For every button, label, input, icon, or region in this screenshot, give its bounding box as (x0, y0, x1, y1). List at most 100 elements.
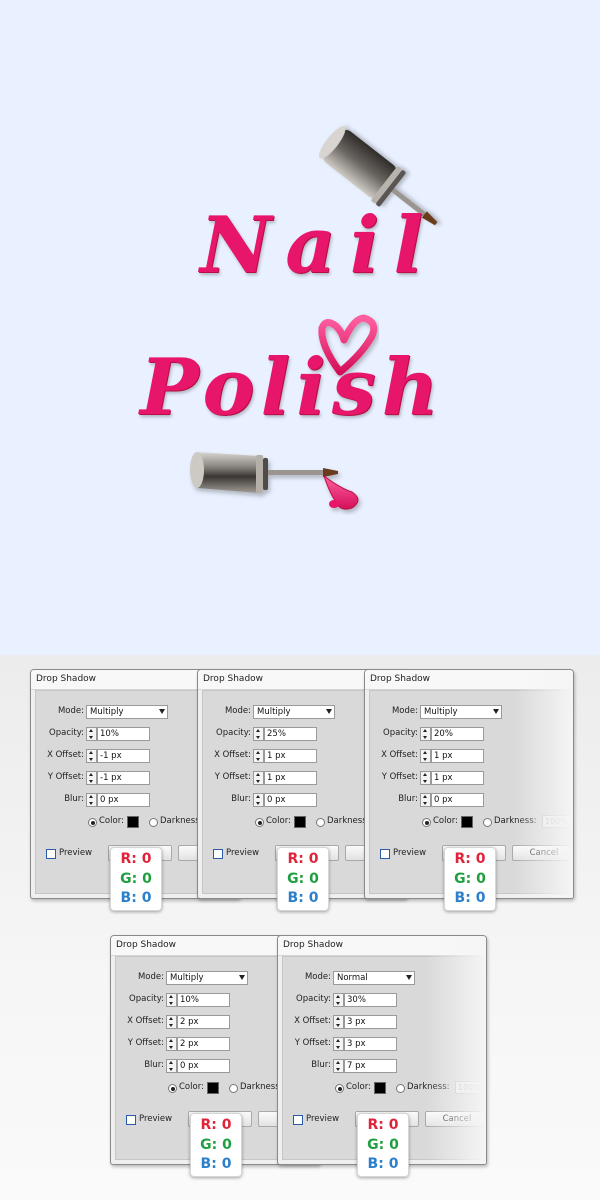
x-offset-input[interactable]: 2 px (177, 1015, 230, 1029)
x-offset-stepper[interactable] (420, 749, 431, 763)
opacity-input[interactable]: 10% (97, 727, 150, 741)
rgb-blue-value: B: 0 (200, 1156, 232, 1172)
blur-input[interactable]: 0 px (97, 793, 150, 807)
darkness-radio[interactable] (149, 818, 158, 827)
darkness-radio[interactable] (229, 1084, 238, 1093)
preview-checkbox[interactable] (380, 849, 390, 859)
rgb-blue-value: B: 0 (287, 890, 319, 906)
blur-label: Blur: (311, 1060, 331, 1070)
preview-checkbox[interactable] (46, 849, 56, 859)
chevron-down-icon (493, 709, 499, 714)
rgb-red-value: R: 0 (454, 851, 486, 867)
preview-checkbox[interactable] (126, 1115, 136, 1125)
y-offset-stepper[interactable] (333, 1037, 344, 1051)
opacity-stepper[interactable] (253, 727, 264, 741)
blur-stepper[interactable] (420, 793, 431, 807)
color-radio[interactable] (168, 1084, 177, 1093)
shadow-color-swatch[interactable] (127, 816, 139, 828)
y-offset-label: Y Offset: (127, 1038, 164, 1048)
opacity-input[interactable]: 25% (264, 727, 317, 741)
opacity-stepper[interactable] (86, 727, 97, 741)
x-offset-input[interactable]: 3 px (344, 1015, 397, 1029)
mode-select[interactable]: Multiply (253, 705, 335, 719)
blur-label: Blur: (64, 794, 84, 804)
opacity-stepper[interactable] (420, 727, 431, 741)
x-offset-stepper[interactable] (166, 1015, 177, 1029)
x-offset-stepper[interactable] (253, 749, 264, 763)
color-radio[interactable] (335, 1084, 344, 1093)
rgb-green-value: G: 0 (287, 870, 319, 887)
y-offset-stepper[interactable] (253, 771, 264, 785)
mode-select[interactable]: Multiply (420, 705, 502, 719)
mode-label: Mode: (224, 706, 251, 716)
darkness-label: Darkness: (407, 1082, 450, 1092)
preview-checkbox[interactable] (213, 849, 223, 859)
y-offset-label: Y Offset: (214, 772, 251, 782)
darkness-radio[interactable] (316, 818, 325, 827)
y-offset-input[interactable]: -1 px (97, 771, 150, 785)
dialog-title: Drop Shadow (365, 670, 573, 690)
opacity-stepper[interactable] (166, 993, 177, 1007)
blur-label: Blur: (231, 794, 251, 804)
preview-checkbox[interactable] (293, 1115, 303, 1125)
blur-stepper[interactable] (86, 793, 97, 807)
shadow-color-swatch[interactable] (207, 1082, 219, 1094)
rgb-green-value: G: 0 (120, 870, 152, 887)
blur-stepper[interactable] (253, 793, 264, 807)
x-offset-stepper[interactable] (86, 749, 97, 763)
opacity-stepper[interactable] (333, 993, 344, 1007)
blur-label: Blur: (398, 794, 418, 804)
rgb-color-tag: R: 0 G: 0 B: 0 (357, 1113, 409, 1177)
y-offset-stepper[interactable] (86, 771, 97, 785)
shadow-color-swatch[interactable] (294, 816, 306, 828)
mode-value: Multiply (257, 707, 291, 717)
y-offset-input[interactable]: 3 px (344, 1037, 397, 1051)
blur-input[interactable]: 0 px (177, 1059, 230, 1073)
color-radio[interactable] (255, 818, 264, 827)
opacity-input[interactable]: 10% (177, 993, 230, 1007)
blur-input[interactable]: 0 px (431, 793, 484, 807)
blur-stepper[interactable] (166, 1059, 177, 1073)
blur-label: Blur: (144, 1060, 164, 1070)
x-offset-input[interactable]: -1 px (97, 749, 150, 763)
x-offset-input[interactable]: 1 px (431, 749, 484, 763)
color-radio[interactable] (422, 818, 431, 827)
y-offset-input[interactable]: 1 px (264, 771, 317, 785)
rgb-color-tag: R: 0 G: 0 B: 0 (110, 847, 162, 911)
preview-label: Preview (393, 848, 427, 858)
x-offset-input[interactable]: 1 px (264, 749, 317, 763)
cancel-button[interactable]: Cancel (425, 1111, 486, 1127)
darkness-input[interactable]: 100% (542, 815, 573, 828)
shadow-color-swatch[interactable] (374, 1082, 386, 1094)
darkness-radio[interactable] (396, 1084, 405, 1093)
mode-select[interactable]: Multiply (86, 705, 168, 719)
darkness-radio[interactable] (483, 818, 492, 827)
y-offset-label: Y Offset: (381, 772, 418, 782)
darkness-input[interactable]: 100% (455, 1081, 486, 1094)
rgb-red-value: R: 0 (287, 851, 319, 867)
color-label: Color: (433, 816, 458, 826)
chevron-down-icon (239, 975, 245, 980)
mode-select[interactable]: Normal (333, 971, 415, 985)
mode-select[interactable]: Multiply (166, 971, 248, 985)
y-offset-label: Y Offset: (294, 1038, 331, 1048)
artwork-svg (190, 126, 438, 510)
rgb-red-value: R: 0 (367, 1117, 399, 1133)
y-offset-input[interactable]: 2 px (177, 1037, 230, 1051)
y-offset-stepper[interactable] (420, 771, 431, 785)
y-offset-stepper[interactable] (166, 1037, 177, 1051)
blur-input[interactable]: 0 px (264, 793, 317, 807)
blur-input[interactable]: 7 px (344, 1059, 397, 1073)
shadow-color-swatch[interactable] (461, 816, 473, 828)
y-offset-input[interactable]: 1 px (431, 771, 484, 785)
cancel-button[interactable]: Cancel (512, 845, 573, 861)
y-offset-label: Y Offset: (47, 772, 84, 782)
mode-value: Normal (337, 973, 368, 983)
opacity-label: Opacity: (49, 728, 84, 738)
blur-stepper[interactable] (333, 1059, 344, 1073)
x-offset-stepper[interactable] (333, 1015, 344, 1029)
opacity-input[interactable]: 20% (431, 727, 484, 741)
rgb-red-value: R: 0 (120, 851, 152, 867)
opacity-input[interactable]: 30% (344, 993, 397, 1007)
color-radio[interactable] (88, 818, 97, 827)
